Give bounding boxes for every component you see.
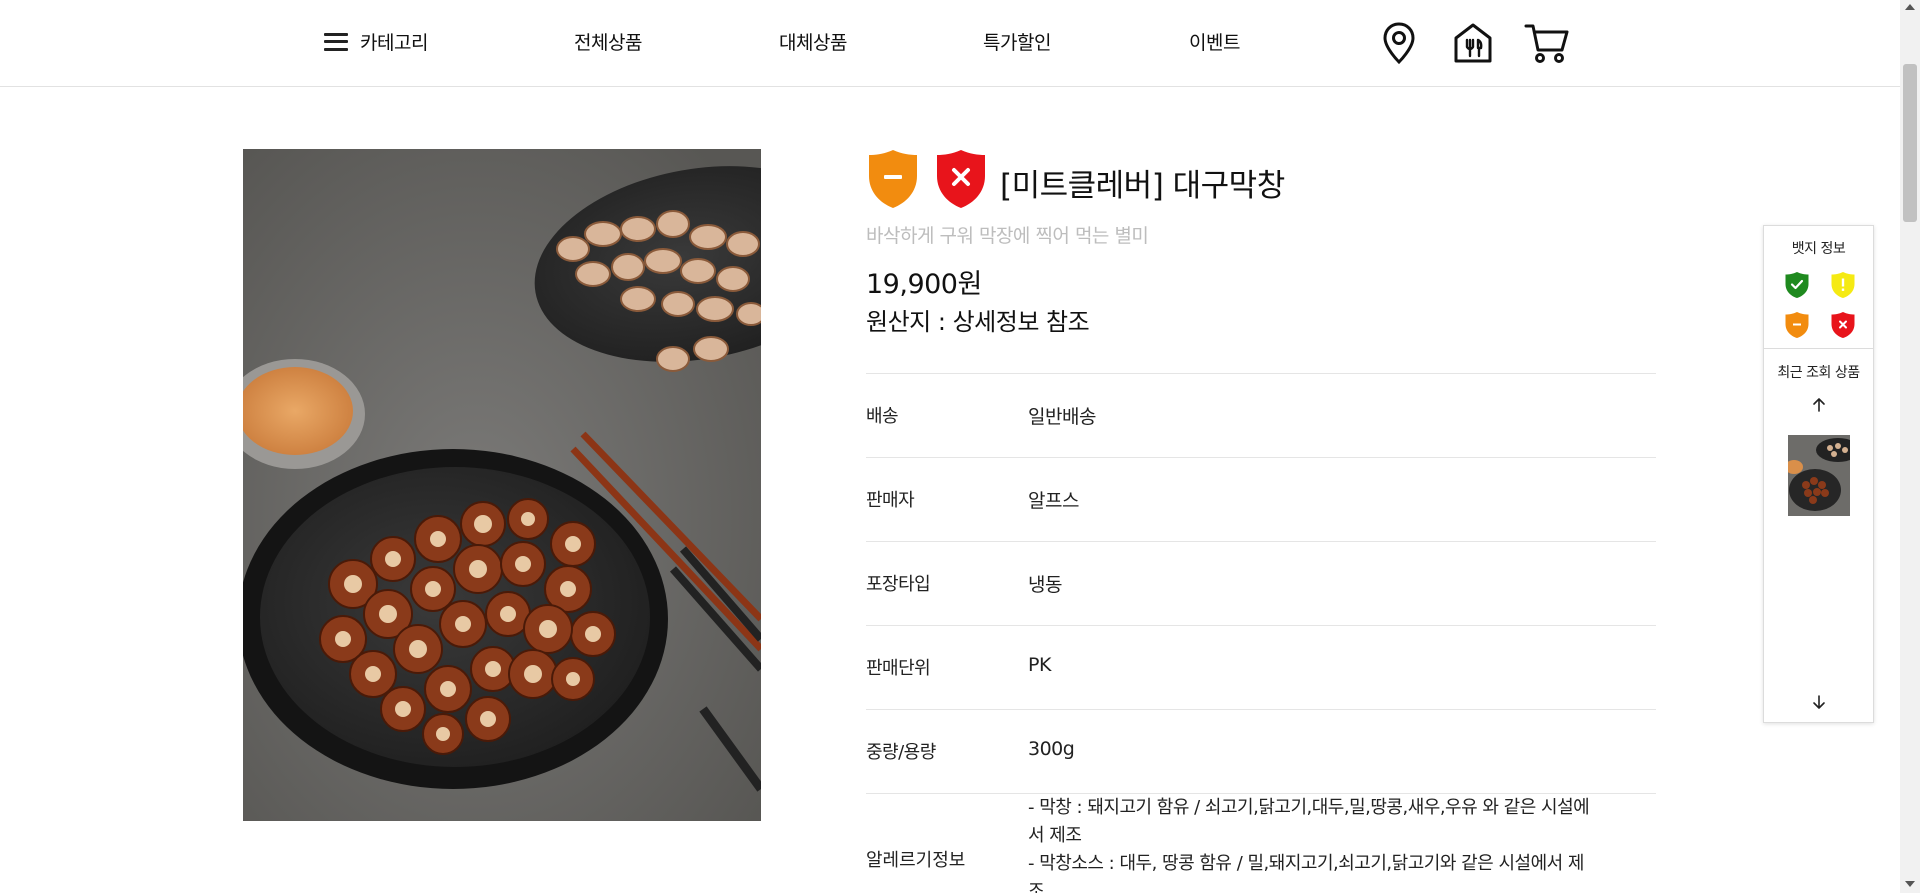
info-row-sales-unit: 판매단위 PK <box>866 626 1656 710</box>
store-icon[interactable] <box>1450 20 1496 66</box>
info-row-allergy: 알레르기정보 - 막창 : 돼지고기 함유 / 쇠고기,닭고기,대두,밀,땅콩,… <box>866 794 1656 893</box>
info-label: 포장타입 <box>866 574 931 595</box>
info-row-delivery: 배송 일반배송 <box>866 374 1656 458</box>
nav-category-label: 카테고리 <box>360 32 428 54</box>
recent-product-thumbnail[interactable] <box>1788 435 1850 516</box>
info-value: 일반배송 <box>1028 406 1096 428</box>
orange-minus-badge-icon <box>866 148 920 210</box>
product-badges <box>866 148 988 210</box>
scroll-down-arrow-icon[interactable] <box>1905 881 1915 887</box>
scroll-thumb[interactable] <box>1903 64 1917 222</box>
info-value: 냉동 <box>1028 574 1062 596</box>
allergy-line: - 막창 : 돼지고기 함유 / 쇠고기,닭고기,대두,밀,땅콩,새우,우유 와… <box>1028 797 1590 818</box>
info-label: 판매자 <box>866 490 915 511</box>
info-label: 알레르기정보 <box>866 850 966 871</box>
allergy-text: - 막창 : 돼지고기 함유 / 쇠고기,닭고기,대두,밀,땅콩,새우,우유 와… <box>1028 794 1658 893</box>
recent-products-title: 최근 조회 상품 <box>1777 365 1860 381</box>
info-row-weight: 중량/용량 300g <box>866 710 1656 794</box>
badge-legend <box>1784 271 1856 339</box>
info-row-seller: 판매자 알프스 <box>866 458 1656 542</box>
location-pin-icon[interactable] <box>1376 20 1422 66</box>
red-x-badge-icon <box>1830 311 1856 339</box>
arrow-up-icon[interactable] <box>1810 396 1828 414</box>
nav-event[interactable]: 이벤트 <box>1189 28 1240 55</box>
nav-all-products[interactable]: 전체상품 <box>574 28 642 55</box>
info-value: 알프스 <box>1028 490 1079 512</box>
allergy-line: - 막창소스 : 대두, 땅콩 함유 / 밀,돼지고기,쇠고기,닭고기와 같은 … <box>1028 853 1584 874</box>
info-row-packaging: 포장타입 냉동 <box>866 542 1656 626</box>
info-label: 배송 <box>866 406 899 427</box>
info-label: 판매단위 <box>866 658 931 679</box>
product-title: [미트클레버] 대구막창 <box>1000 168 1285 204</box>
product-info-table: 배송 일반배송 판매자 알프스 포장타입 냉동 판매단위 PK 중량/용량 30… <box>866 373 1656 893</box>
info-label: 중량/용량 <box>866 742 936 763</box>
info-value: PK <box>1028 654 1051 676</box>
product-subtitle: 바삭하게 구워 막장에 찍어 먹는 별미 <box>866 225 1149 247</box>
page-scrollbar[interactable] <box>1900 0 1920 893</box>
nav-category[interactable]: 카테고리 <box>324 28 428 55</box>
nav-substitute-products[interactable]: 대체상품 <box>779 28 847 55</box>
allergy-line: 서 제조 <box>1028 825 1082 846</box>
allergy-line: 조 <box>1028 881 1045 893</box>
red-x-badge-icon <box>934 148 988 210</box>
product-price: 19,900원 <box>866 269 982 300</box>
orange-minus-badge-icon <box>1784 311 1810 339</box>
green-check-badge-icon <box>1784 271 1810 299</box>
product-image <box>243 149 761 821</box>
product-origin: 원산지 : 상세정보 참조 <box>866 308 1090 336</box>
arrow-down-icon[interactable] <box>1810 693 1828 711</box>
scroll-up-arrow-icon[interactable] <box>1905 4 1915 10</box>
badge-info-title: 뱃지 정보 <box>1791 241 1846 257</box>
side-floating-panel: 뱃지 정보 최근 조회 상품 <box>1763 225 1874 723</box>
side-divider <box>1764 348 1873 349</box>
info-value: 300g <box>1028 738 1075 760</box>
nav-special-sale[interactable]: 특가할인 <box>983 28 1051 55</box>
cart-icon[interactable] <box>1524 20 1570 66</box>
yellow-warning-badge-icon <box>1830 271 1856 299</box>
hamburger-menu-icon <box>324 32 348 51</box>
top-header: 카테고리 전체상품 대체상품 특가할인 이벤트 <box>0 0 1900 87</box>
